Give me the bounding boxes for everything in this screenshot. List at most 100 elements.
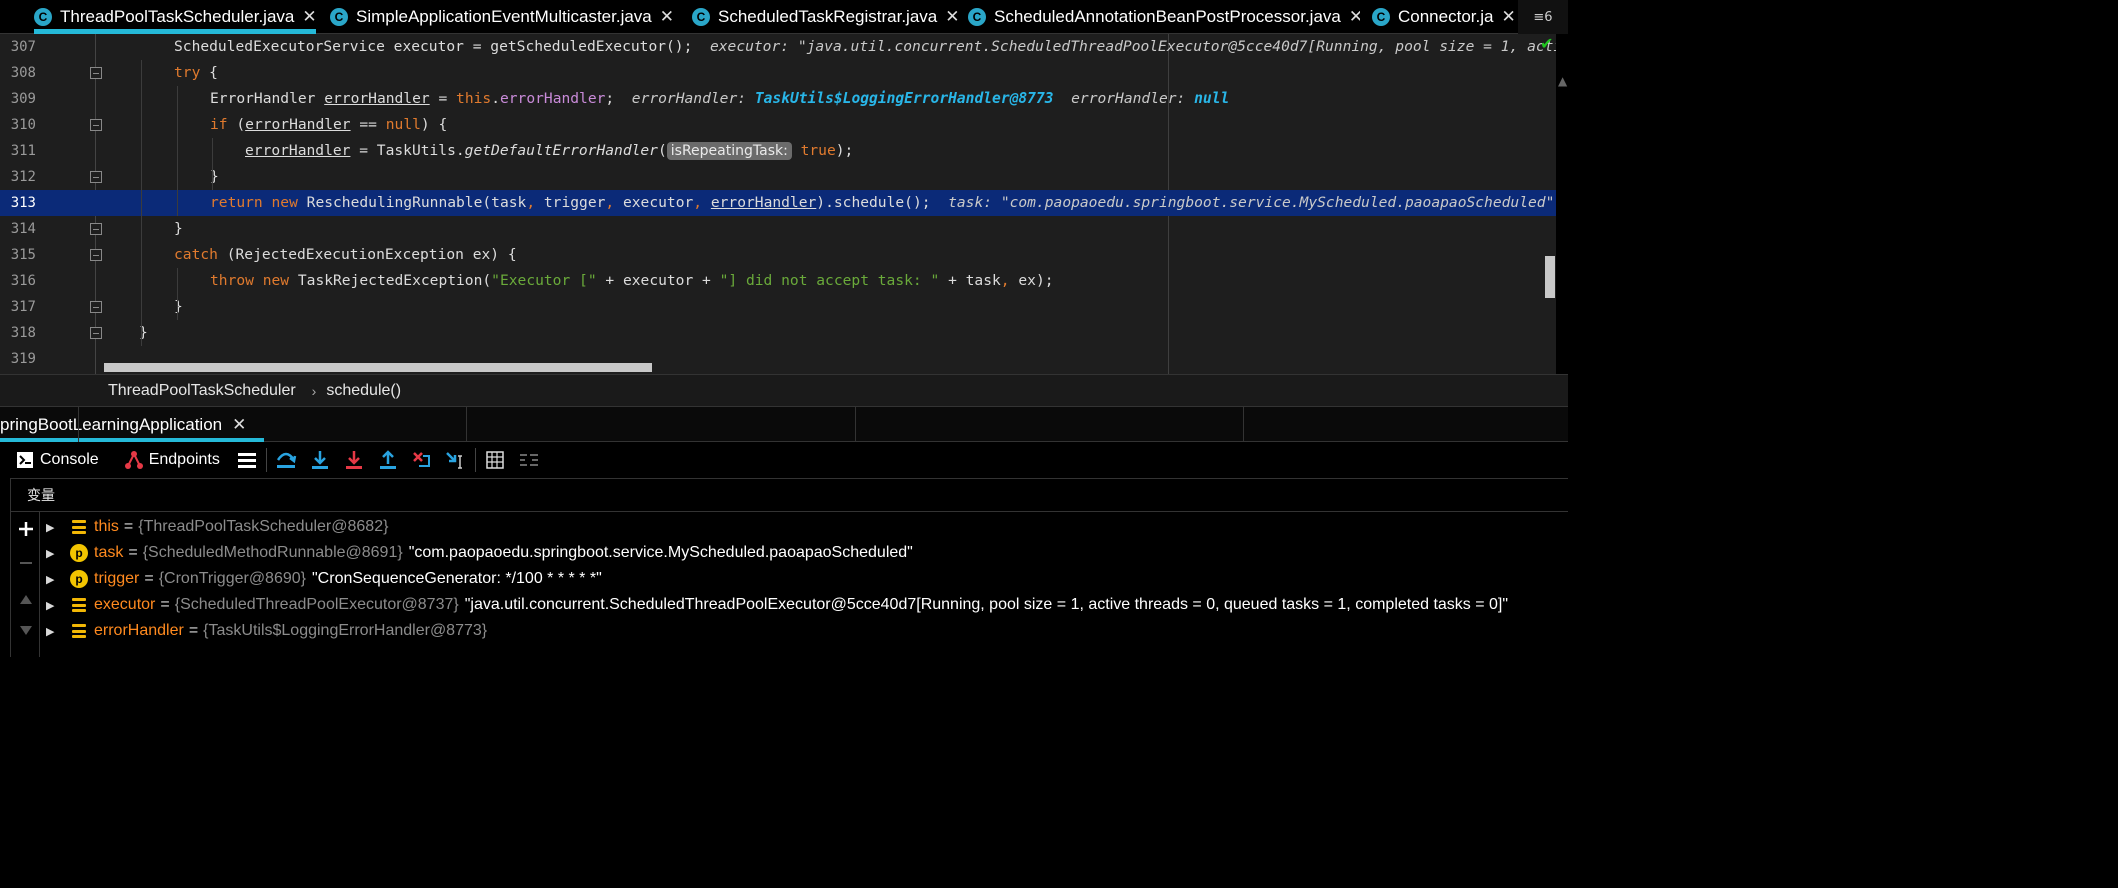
close-icon[interactable]: ✕	[1349, 7, 1360, 27]
close-icon[interactable]: ✕	[660, 7, 674, 27]
line-number[interactable]: 308	[0, 60, 36, 86]
move-down-icon[interactable]	[15, 620, 37, 642]
line-number[interactable]: 319	[0, 346, 36, 372]
code-line[interactable]: 310 if (errorHandler == null) {	[0, 112, 1556, 138]
line-number[interactable]: 310	[0, 112, 36, 138]
expand-arrow-icon[interactable]: ▶	[46, 547, 56, 560]
inline-debug-value: errorHandler:	[1053, 90, 1195, 107]
inline-debug-value: TaskUtils$LoggingErrorHandler@8773	[754, 90, 1054, 107]
run-to-cursor-icon[interactable]	[443, 447, 469, 473]
expand-arrow-icon[interactable]: ▶	[46, 599, 56, 612]
scroll-up-icon[interactable]: ▲	[1558, 74, 1567, 88]
code-line[interactable]: 318}	[0, 320, 1556, 346]
line-number[interactable]: 311	[0, 138, 36, 164]
line-number[interactable]: 315	[0, 242, 36, 268]
close-icon[interactable]: ✕	[945, 7, 959, 27]
variable-name: this	[94, 518, 119, 535]
code-line[interactable]: 313 return new ReschedulingRunnable(task,…	[0, 190, 1556, 216]
variable-row[interactable]: ▶ p task = {ScheduledMethodRunnable@8691} "co…	[40, 540, 1568, 566]
fold-marker-icon[interactable]	[90, 223, 102, 235]
debug-session-tab[interactable]: pringBootLearningApplication ✕	[0, 407, 265, 443]
variable-row[interactable]: ▶ p trigger = {CronTrigger@8690} "CronSequenc…	[40, 566, 1568, 592]
code-token: ErrorHandler	[210, 90, 325, 107]
step-into-icon[interactable]	[307, 447, 333, 473]
frames-menu-icon[interactable]	[234, 447, 260, 473]
equals-sign: =	[128, 544, 138, 561]
variable-row[interactable]: ▶ this = {ThreadPoolTaskScheduler@8682}	[40, 514, 1568, 540]
parameter-hint: isRepeatingTask:	[666, 142, 792, 160]
close-icon[interactable]: ✕	[302, 7, 316, 27]
tab-overflow-button[interactable]: ≡6	[1518, 0, 1568, 34]
console-tab[interactable]: Console	[12, 442, 99, 478]
code-line[interactable]: 312}	[0, 164, 1556, 190]
variable-row[interactable]: ▶ errorHandler = {TaskUtils$LoggingErrorHan…	[40, 618, 1568, 644]
equals-sign: =	[188, 622, 199, 639]
console-label: Console	[40, 451, 99, 468]
code-token: "Executor ["	[491, 272, 597, 289]
fold-marker-icon[interactable]	[90, 171, 102, 183]
breadcrumb-method[interactable]: schedule()	[326, 382, 401, 400]
horizontal-scrollbar[interactable]	[104, 363, 652, 372]
code-line[interactable]: 314}	[0, 216, 1556, 242]
variables-title: 变量	[27, 488, 55, 504]
line-number[interactable]: 309	[0, 86, 36, 112]
tab-divider	[78, 407, 79, 443]
code-token: getDefaultErrorHandler	[464, 142, 658, 159]
code-line[interactable]: 311 errorHandler = TaskUtils.getDefaultEr…	[0, 138, 1556, 164]
line-number[interactable]: 314	[0, 216, 36, 242]
evaluate-expression-icon[interactable]	[482, 447, 508, 473]
line-number[interactable]: 313	[0, 190, 36, 216]
fold-marker-icon[interactable]	[90, 119, 102, 131]
remove-watch-icon[interactable]	[15, 552, 37, 574]
drop-frame-icon[interactable]	[409, 447, 435, 473]
line-number[interactable]: 317	[0, 294, 36, 320]
variable-name: executor	[94, 596, 156, 613]
code-line[interactable]: 307 ScheduledExecutorService executor = g…	[0, 34, 1568, 60]
code-editor[interactable]: 307 ScheduledExecutorService executor = g…	[0, 34, 1568, 374]
variable-row[interactable]: ▶ executor = {ScheduledThreadPoolExecutor@8…	[40, 592, 1568, 618]
editor-tab-scheduledtaskregistrar[interactable]: C ScheduledTaskRegistrar.java ✕	[692, 0, 960, 34]
code-line[interactable]: 309 ErrorHandler errorHandler = this.erro…	[0, 86, 1556, 112]
editor-tab-scheduledannotationbeanpostprocessor[interactable]: C ScheduledAnnotationBeanPostProcessor.j…	[968, 0, 1360, 34]
line-number[interactable]: 318	[0, 320, 36, 346]
code-line[interactable]: 315 catch (RejectedExecutionException ex)…	[0, 242, 1556, 268]
editor-tab-simpleapplicationeventmulticaster[interactable]: C SimpleApplicationEventMulticaster.java…	[330, 0, 682, 34]
line-number[interactable]: 316	[0, 268, 36, 294]
code-token: ) {	[420, 116, 448, 133]
close-icon[interactable]: ✕	[1501, 7, 1515, 27]
breadcrumb-class[interactable]: ThreadPoolTaskScheduler	[108, 382, 296, 400]
fold-marker-icon[interactable]	[90, 249, 102, 261]
code-token: (	[227, 116, 246, 133]
step-over-icon[interactable]	[273, 447, 299, 473]
fold-marker-icon[interactable]	[90, 301, 102, 313]
line-number[interactable]: 312	[0, 164, 36, 190]
expand-arrow-icon[interactable]: ▶	[46, 521, 56, 534]
vertical-scrollbar[interactable]	[1545, 256, 1555, 298]
code-token: this	[456, 90, 492, 107]
editor-tab-connector[interactable]: C Connector.ja ✕	[1372, 0, 1516, 34]
force-step-into-icon[interactable]	[341, 447, 367, 473]
add-watch-icon[interactable]	[15, 518, 37, 540]
code-line[interactable]: 316 throw new TaskRejectedException("Exec…	[0, 268, 1556, 294]
fold-marker-icon[interactable]	[90, 327, 102, 339]
inline-debug-value: task: "com.paopaoedu.springboot.service.…	[930, 194, 1555, 211]
expand-arrow-icon[interactable]: ▶	[46, 573, 56, 586]
line-number[interactable]: 307	[0, 34, 36, 60]
endpoints-tab[interactable]: Endpoints	[121, 442, 220, 478]
variable-type: {ThreadPoolTaskScheduler@8682}	[138, 518, 389, 535]
session-tab-label: pringBootLearningApplication	[0, 415, 223, 434]
variable-value: "com.paopaoedu.springboot.service.MySche…	[408, 544, 913, 561]
move-up-icon[interactable]	[15, 588, 37, 610]
trace-stream-icon[interactable]	[516, 447, 542, 473]
expand-arrow-icon[interactable]: ▶	[46, 625, 56, 638]
code-token: errorHandler	[499, 90, 606, 107]
code-line[interactable]: 317}	[0, 294, 1556, 320]
editor-tab-threadpooltaskscheduler[interactable]: C ThreadPoolTaskScheduler.java ✕	[34, 0, 324, 34]
step-out-icon[interactable]	[375, 447, 401, 473]
code-line[interactable]: 308 try {	[0, 60, 1556, 86]
code-token: = TaskUtils.	[350, 142, 465, 159]
close-icon[interactable]: ✕	[232, 415, 246, 435]
fold-marker-icon[interactable]	[90, 67, 102, 79]
java-class-icon: C	[692, 8, 710, 26]
inspection-ok-icon[interactable]: ✔	[1540, 34, 1553, 53]
